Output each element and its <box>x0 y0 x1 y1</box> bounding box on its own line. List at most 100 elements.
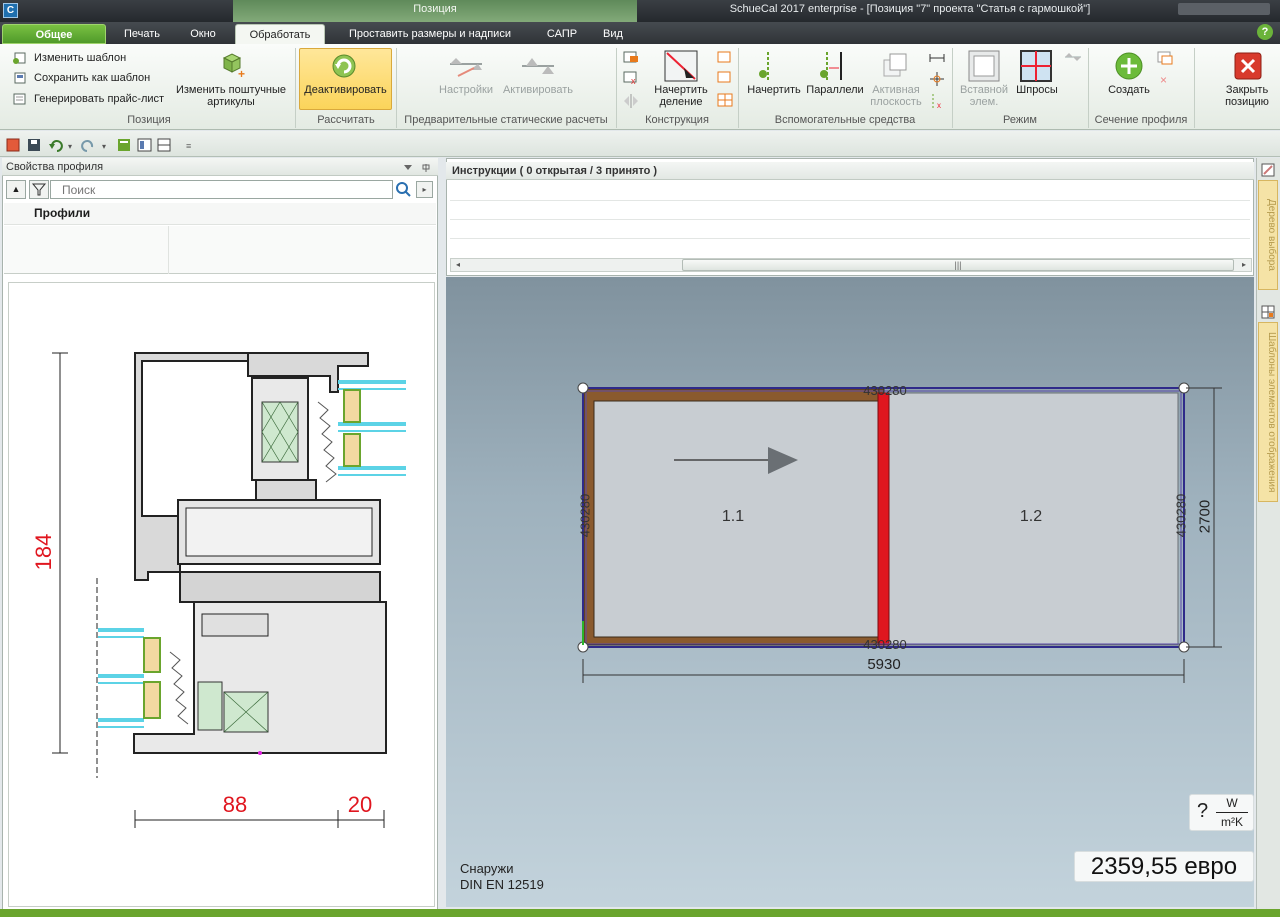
muntins-icon <box>1020 50 1052 82</box>
create-plus-icon <box>1115 52 1143 80</box>
window-title: SchueCal 2017 enterprise - [Позиция "7" … <box>729 3 1091 15</box>
group-label-construction: Конструкция <box>645 114 709 126</box>
settings-button[interactable]: Настройки <box>432 84 500 96</box>
activate-beam-icon <box>522 58 554 74</box>
tab-process[interactable]: Обработать <box>235 24 325 44</box>
parallel-button[interactable]: Параллели <box>802 84 868 96</box>
panel-pin-icon[interactable] <box>402 163 432 173</box>
scroll-left-arrow[interactable]: ◂ <box>452 258 464 272</box>
filter-icon[interactable] <box>29 180 49 199</box>
edit-articles-icon: + <box>222 53 245 80</box>
profile-code-left: 430280 <box>577 493 593 538</box>
status-bar <box>0 909 1280 917</box>
profiles-list[interactable] <box>4 226 436 274</box>
insert-element-icon <box>968 50 1000 82</box>
u-unit-numerator: W <box>1226 796 1238 810</box>
dim-width-a-label: 88 <box>222 792 248 817</box>
draw-button[interactable]: Начертить <box>742 84 806 96</box>
tab-cad[interactable]: САПР <box>536 24 588 44</box>
tab-view[interactable]: Вид <box>596 24 630 44</box>
insert-element-button[interactable]: Вставной элем. <box>954 84 1014 108</box>
close-position-icon <box>1234 52 1262 80</box>
profile-code-top: 430280 <box>863 383 907 398</box>
group-label-position: Позиция <box>127 114 171 126</box>
search-next-button[interactable]: ▸ <box>416 181 433 198</box>
group-label-static: Предварительные статические расчеты <box>404 114 608 126</box>
muntins-button[interactable]: Шпросы <box>1008 84 1066 96</box>
construction-small-icons: x <box>623 51 638 108</box>
column-divider <box>168 226 169 274</box>
quick-access-icons[interactable]: ▾ ▾ ≡ <box>6 137 196 153</box>
profile-code-right: 430280 <box>1173 493 1189 538</box>
draw-guide-icon <box>759 52 769 80</box>
help-icon[interactable]: ? <box>1257 24 1273 40</box>
height-dimension: 2700 <box>1196 499 1214 534</box>
pane-label-right: 1.2 <box>1019 508 1043 525</box>
instructions-row-line <box>450 200 1250 201</box>
standard-text: DIN EN 12519 <box>460 877 544 892</box>
app-logo-icon[interactable]: C <box>3 3 18 18</box>
group-label-section: Сечение профиля <box>1094 114 1188 126</box>
group-label-calculate: Рассчитать <box>317 114 375 126</box>
outside-text: Снаружи <box>460 861 514 876</box>
dim-width-b-label: 20 <box>347 792 373 817</box>
draw-division-icon <box>664 50 698 82</box>
svg-text:▾: ▾ <box>68 142 72 151</box>
profile-code-bottom: 430280 <box>863 637 907 652</box>
generate-price-list-button[interactable]: Генерировать прайс-лист <box>34 93 164 105</box>
activate-button[interactable]: Активировать <box>498 84 578 96</box>
tab-dimensions[interactable]: Проставить размеры и надписи <box>335 24 525 44</box>
mode-small-icon <box>1065 53 1081 61</box>
parallel-icon <box>820 52 842 80</box>
profiles-label: Профили <box>34 206 91 220</box>
svg-text:x: x <box>631 76 636 86</box>
edit-articles-button[interactable]: Изменить поштучные артикулы <box>172 84 290 108</box>
u-value-unknown: ? <box>1197 800 1209 822</box>
price-list-icon <box>13 93 26 105</box>
tab-general[interactable]: Общее <box>2 24 106 44</box>
refresh-icon <box>332 54 356 78</box>
instructions-row-line <box>450 219 1250 220</box>
window-construction-drawing[interactable] <box>446 277 1254 907</box>
context-tab-title: Позиция <box>413 3 457 15</box>
settings-beam-icon <box>450 58 482 77</box>
width-dimension: 5930 <box>867 656 901 673</box>
pencil-icon[interactable] <box>1261 163 1275 177</box>
svg-text:≡: ≡ <box>186 141 191 151</box>
create-button[interactable]: Создать <box>1096 84 1162 96</box>
u-unit-fraction-line <box>1216 812 1248 813</box>
search-input[interactable] <box>50 180 393 199</box>
group-label-mode: Режим <box>1003 114 1037 126</box>
svg-text:▾: ▾ <box>102 142 106 151</box>
dim-height-label: 184 <box>31 533 56 571</box>
draw-division-button[interactable]: Начертить деление <box>648 84 714 108</box>
close-position-button[interactable]: Закрыть позицию <box>1212 84 1280 108</box>
deactivate-label: Деактивировать <box>304 84 387 96</box>
svg-text:x: x <box>937 101 941 110</box>
pane-label-left: 1.1 <box>721 508 745 525</box>
svg-text:+: + <box>238 67 245 80</box>
svg-text:×: × <box>1160 73 1167 87</box>
construction-small-icons-2 <box>717 51 733 107</box>
edit-template-icon <box>13 52 26 64</box>
collapse-up-button[interactable]: ▲ <box>6 180 26 199</box>
display-templates-tab[interactable]: Шаблоны элементов отображения <box>1258 322 1278 502</box>
edit-template-button[interactable]: Изменить шаблон <box>34 52 126 64</box>
instructions-title: Инструкции ( 0 открытая / 3 принято ) <box>452 165 658 177</box>
u-unit-denominator: m²K <box>1221 815 1243 829</box>
scroll-right-arrow[interactable]: ▸ <box>1238 258 1250 272</box>
active-plane-button[interactable]: Активная плоскость <box>864 84 928 108</box>
templates-icon[interactable] <box>1261 305 1275 319</box>
scroll-thumb[interactable]: ||| <box>682 259 1234 271</box>
window-controls[interactable] <box>1178 3 1270 15</box>
app-window: Позиция C SchueCal 2017 enterprise - [По… <box>0 0 1280 917</box>
selection-tree-tab[interactable]: Дерево выбора <box>1258 180 1278 290</box>
search-icon[interactable] <box>394 180 412 199</box>
tab-window[interactable]: Окно <box>178 24 228 44</box>
ribbon-separator <box>1194 48 1195 128</box>
save-template-button[interactable]: Сохранить как шаблон <box>34 72 150 84</box>
price-display: 2359,55 евро <box>1074 851 1254 882</box>
panel-title: Свойства профиля <box>6 161 104 173</box>
section-small-icons: × <box>1157 51 1173 87</box>
tab-print[interactable]: Печать <box>116 24 168 44</box>
